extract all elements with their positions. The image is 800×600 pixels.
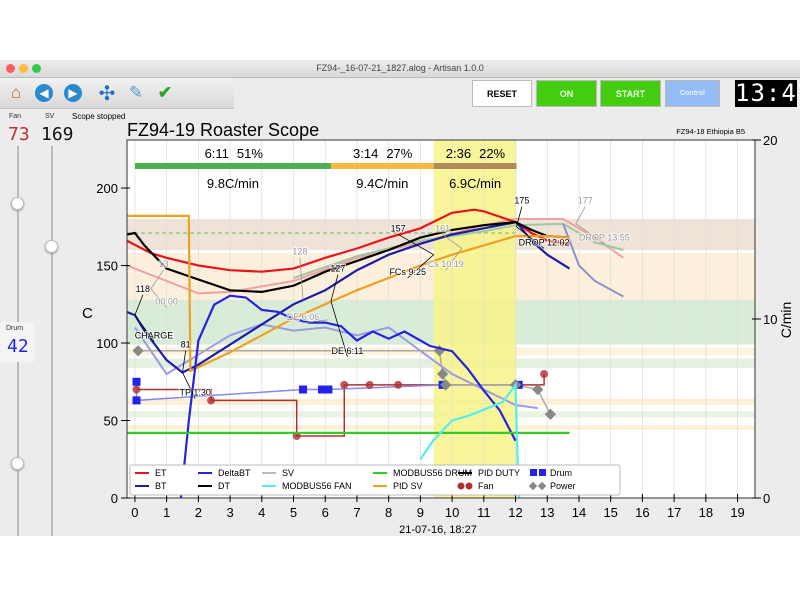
annotation-label: 13 xyxy=(158,259,168,269)
roaster-scope-chart: 6:11 51% 9.8C/min 3:14 27% 9.4C/min 2:36 22% 6.9… xyxy=(82,120,794,536)
x-tick-label: 10 xyxy=(445,505,459,520)
y-tick-label: 150 xyxy=(96,259,118,274)
y-tick-label: 100 xyxy=(96,336,118,351)
fan-event-marker xyxy=(132,385,141,394)
annotation-label: CHARGE xyxy=(135,330,174,340)
legend-label: PID DUTY xyxy=(478,468,520,478)
fan-event-marker xyxy=(394,380,403,389)
annotation-label: DROP 12:02 xyxy=(519,237,570,247)
legend: ETBTDeltaBTDTSVMODBUS56 FANMODBUS56 DRUM… xyxy=(129,464,621,496)
annotation-label: FCs 9:25 xyxy=(389,267,426,277)
legend-label: ET xyxy=(155,468,167,478)
phase-percent: 27% xyxy=(386,146,412,161)
annotation-label: Cs 10:19 xyxy=(428,259,464,269)
annotation-label: 157 xyxy=(391,223,406,233)
annotation-label: 00:00 xyxy=(155,296,178,306)
annotation-label: DROP 13:55 xyxy=(579,233,630,243)
fan-event-marker xyxy=(540,370,549,379)
x-tick-label: 13 xyxy=(540,505,554,520)
legend-marker xyxy=(465,482,473,490)
x-tick-label: 6 xyxy=(322,505,329,520)
phase-bar xyxy=(330,163,434,169)
legend-label: DT xyxy=(218,481,230,491)
legend-label: Drum xyxy=(550,468,572,478)
phase-ror: 9.4C/min xyxy=(356,176,408,191)
x-tick-label: 14 xyxy=(572,505,586,520)
legend-label: SV xyxy=(282,468,294,478)
annotation-label: 161 xyxy=(435,223,450,233)
annotation-label: 177 xyxy=(578,196,593,206)
y2-axis-label: C/min xyxy=(778,302,794,339)
x-tick-label: 8 xyxy=(385,505,392,520)
y-tick-label: 50 xyxy=(104,414,118,429)
chart-subtitle: FZ94-18 Ethiopia B5 xyxy=(676,127,745,136)
x-tick-label: 19 xyxy=(730,505,744,520)
x-axis-label: 21-07-16, 18:27 xyxy=(399,524,477,536)
x-tick-label: 16 xyxy=(635,505,649,520)
phase-bar xyxy=(134,163,331,169)
drum-event-marker xyxy=(132,377,141,386)
legend-marker xyxy=(457,482,465,490)
y-axis-label: C xyxy=(82,305,93,322)
x-tick-label: 3 xyxy=(226,505,233,520)
annotation-label: 128 xyxy=(292,247,307,257)
legend-label: Power xyxy=(550,481,576,491)
legend-marker xyxy=(539,469,546,476)
x-tick-label: 2 xyxy=(195,505,202,520)
y-tick-label: 0 xyxy=(111,491,118,506)
x-tick-label: 1 xyxy=(163,505,170,520)
annotation-label: 118 xyxy=(136,284,150,294)
fan-event-marker xyxy=(340,380,349,389)
fan-event-marker xyxy=(365,380,374,389)
y2-tick-label: 20 xyxy=(763,133,777,148)
x-tick-label: 9 xyxy=(417,505,424,520)
x-tick-label: 18 xyxy=(699,505,713,520)
x-tick-label: 15 xyxy=(603,505,617,520)
y2-tick-label: 0 xyxy=(763,491,770,506)
legend-marker xyxy=(530,469,537,476)
phase-time: 2:36 xyxy=(446,146,471,161)
legend-label: PID SV xyxy=(393,481,423,491)
annotation-label: 175 xyxy=(514,196,529,206)
phase-ror: 9.8C/min xyxy=(207,176,259,191)
phase-percent: 22% xyxy=(479,146,505,161)
x-tick-label: 12 xyxy=(508,505,522,520)
x-tick-label: 7 xyxy=(353,505,360,520)
legend-label: Fan xyxy=(478,481,494,491)
phase-percent: 51% xyxy=(237,146,263,161)
phase-bar xyxy=(433,163,517,169)
legend-box xyxy=(129,464,621,496)
x-tick-label: 4 xyxy=(258,505,265,520)
legend-label: BT xyxy=(155,481,167,491)
drum-event-marker xyxy=(132,396,141,405)
annotation-label: 81 xyxy=(181,340,191,350)
phase-ror: 6.9C/min xyxy=(449,176,501,191)
drum-event-marker xyxy=(324,385,333,394)
annotation-label: 127 xyxy=(330,264,345,274)
drum-event-marker xyxy=(299,385,308,394)
legend-label: MODBUS56 FAN xyxy=(282,481,352,491)
annotation-label: DE 6:11 xyxy=(332,346,364,356)
legend-label: DeltaBT xyxy=(218,468,251,478)
annotation-label: DE 6:06 xyxy=(287,312,320,322)
y2-tick-label: 10 xyxy=(763,312,777,327)
phase-time: 3:14 xyxy=(353,146,378,161)
development-highlight xyxy=(433,140,517,498)
x-tick-label: 5 xyxy=(290,505,297,520)
annotation-label: TP 1:30 xyxy=(180,388,211,398)
x-tick-label: 0 xyxy=(131,505,138,520)
x-tick-label: 11 xyxy=(477,505,491,520)
phase-time: 6:11 xyxy=(205,146,229,161)
chart-title: FZ94-19 Roaster Scope xyxy=(127,120,319,140)
y-tick-label: 200 xyxy=(96,181,118,196)
x-tick-label: 17 xyxy=(667,505,681,520)
